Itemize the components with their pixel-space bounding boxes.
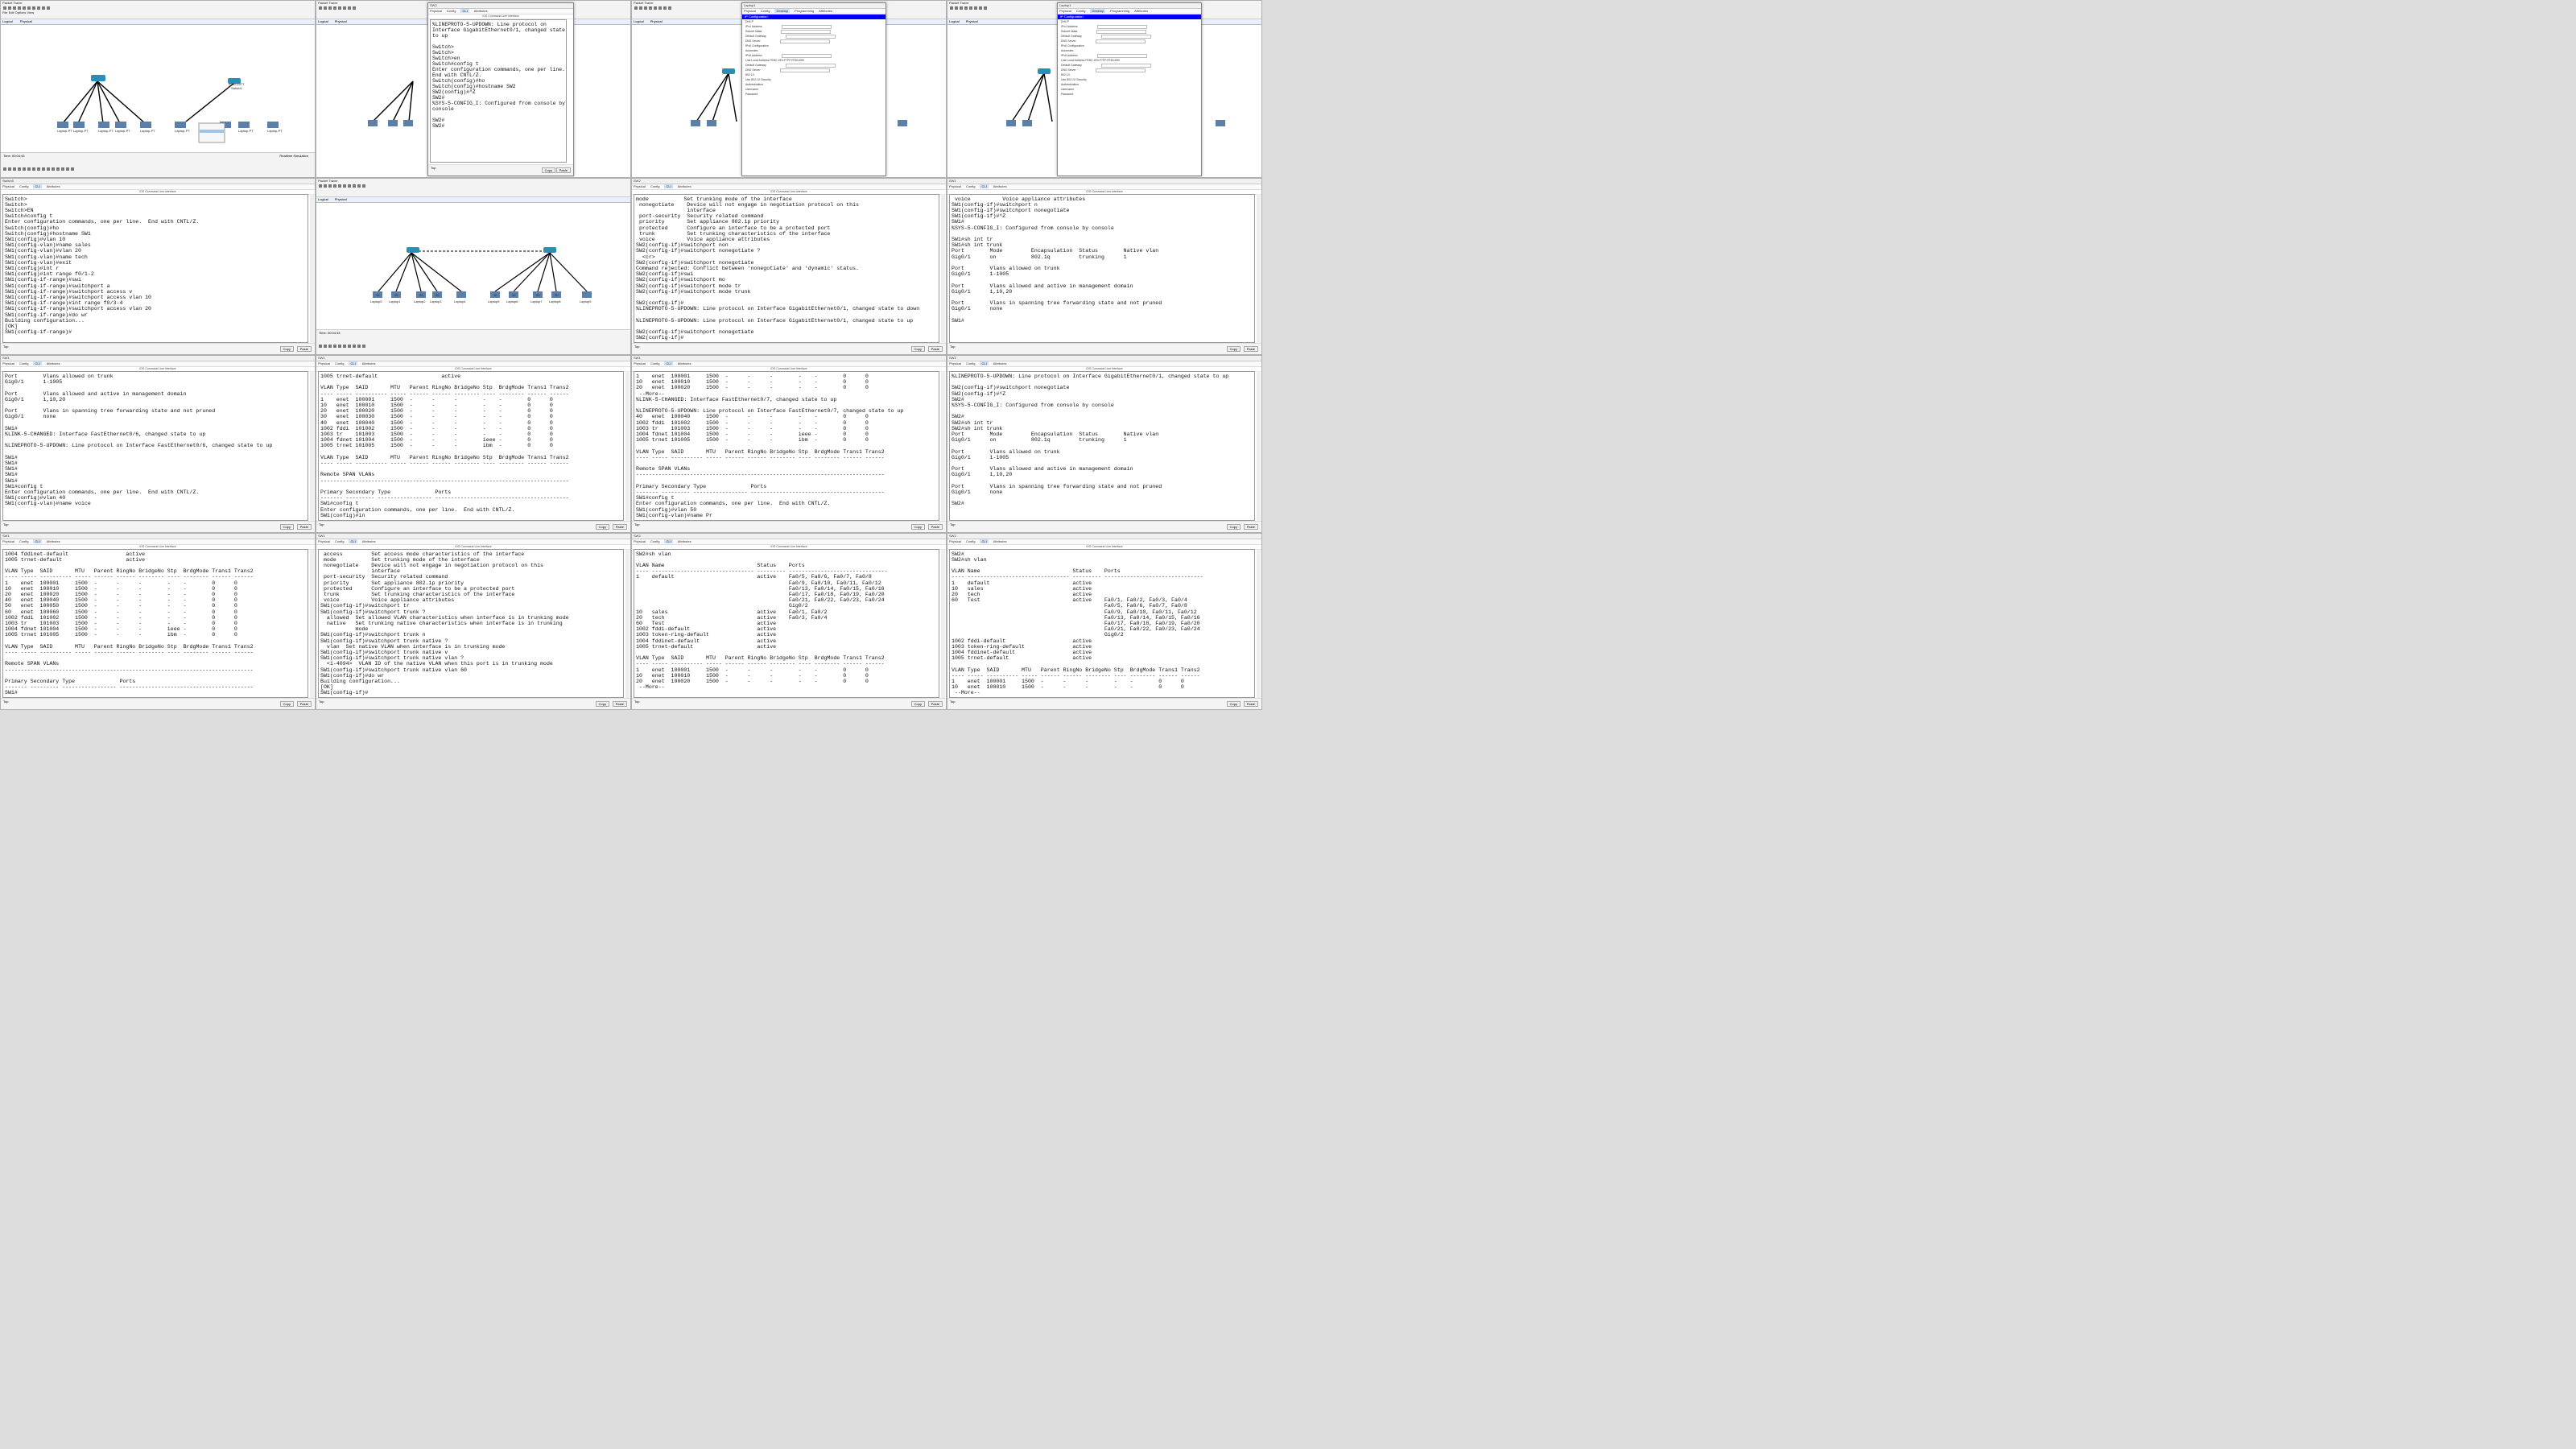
- pane-sw2-cli: Packet Tracer Logical Physical SW2 Physic…: [316, 0, 631, 178]
- sw2-dialog: SW2 Physical Config CLI Attributes IOS Comm…: [427, 2, 574, 176]
- svg-text:Laptop0: Laptop0: [370, 299, 382, 303]
- dialog-titlebar: SW2: [428, 3, 573, 9]
- scrollbar[interactable]: [310, 193, 314, 343]
- svg-text:Laptop8: Laptop8: [549, 299, 561, 303]
- svg-text:Laptop5: Laptop5: [488, 299, 500, 303]
- pane-r3c4: SW2 Physical Config CLI Attributes IOS Comm…: [947, 355, 1262, 533]
- cli-tabs[interactable]: Physical Config CLI Attributes: [428, 9, 573, 14]
- svg-text:Laptop-PT: Laptop-PT: [57, 129, 72, 133]
- vlan-tag: 10: [376, 293, 380, 297]
- paste-button[interactable]: Paste: [555, 167, 571, 173]
- cli-terminal[interactable]: mode Set trunking mode of the interface …: [634, 193, 939, 343]
- svg-text:Laptop9: Laptop9: [580, 299, 592, 303]
- laptop-dialog: Laptop1 Physical Config Desktop Programming…: [741, 2, 886, 176]
- svg-text:Laptop3: Laptop3: [430, 299, 442, 303]
- cli-terminal[interactable]: voice Voice appliance attributes SW1(con…: [949, 193, 1255, 343]
- cli-terminal[interactable]: SW2#sh vlan VLAN Name Status Ports ---- …: [634, 548, 939, 698]
- svg-text:10: 10: [512, 293, 516, 297]
- cli-terminal[interactable]: SW2# SW2#sh vlan VLAN Name Status Ports …: [949, 548, 1255, 698]
- bottom-toolbar[interactable]: Time: 00:04:43 Realtime Simulation: [1, 151, 315, 177]
- menu-options[interactable]: Options: [15, 10, 27, 14]
- svg-text:Laptop-PT: Laptop-PT: [267, 129, 283, 133]
- pane-r4c4: SW2 Physical Config CLI Attributes IOS Comm…: [947, 532, 1262, 710]
- switch-icon: [91, 75, 241, 84]
- pane-topology-2: Packet Tracer Logical Physical 10 10 20 2…: [316, 177, 631, 355]
- pane-r4c1: SW1 Physical Config CLI Attributes IOS Comm…: [0, 532, 316, 710]
- svg-text:Laptop-PT: Laptop-PT: [73, 129, 89, 133]
- cli-terminal[interactable]: %LINEPROTO-5-UPDOWN: Line protocol on In…: [430, 19, 567, 163]
- topology-canvas-2[interactable]: 10 10 20 20 10 10 20 20 Laptop0 Laptop1 L…: [316, 203, 630, 333]
- svg-text:Laptop4: Laptop4: [454, 299, 466, 303]
- cli-terminal[interactable]: 1004 fddinet-default active 1005 trnet-d…: [2, 548, 308, 698]
- workspace-tabs[interactable]: Logical Physical: [1, 19, 315, 25]
- laptop-dialog-2: Laptop1 Physical Config Desktop Programming…: [1057, 2, 1202, 176]
- video-grid: Packet Tracer File Edit Options View Log…: [0, 0, 1262, 710]
- svg-text:Laptop6: Laptop6: [506, 299, 518, 303]
- time-label: Time: 00:04:43: [3, 153, 25, 158]
- cli-terminal[interactable]: %LINEPROTO-5-UPDOWN: Line protocol on In…: [949, 371, 1255, 521]
- svg-text:Laptop-PT: Laptop-PT: [175, 129, 190, 133]
- menu-items[interactable]: File Edit Options View: [1, 10, 315, 15]
- menu-edit[interactable]: Edit: [9, 10, 14, 14]
- pane-ipconfig-1: Packet Tracer Logical Physical Laptop1 Ph…: [631, 0, 947, 178]
- svg-text:Laptop-PT: Laptop-PT: [140, 129, 155, 133]
- menu-bar: Packet Tracer File Edit Options View: [1, 1, 315, 19]
- pane-sw1-int-trunk: SW1 Physical Config CLI Attributes IOS Comm…: [947, 177, 1262, 355]
- topology-canvas[interactable]: 2960-24TT Switch1 Laptop-PT Laptop-PT Lap…: [1, 25, 315, 154]
- realtime-mode[interactable]: Realtime: [279, 154, 292, 158]
- svg-text:20: 20: [555, 293, 559, 297]
- svg-text:Laptop7: Laptop7: [530, 299, 543, 303]
- pane-ipconfig-2: Packet Tracer Logical Physical Laptop1 Ph…: [947, 0, 1262, 178]
- pane-topology-1: Packet Tracer File Edit Options View Log…: [0, 0, 316, 178]
- simulation-mode[interactable]: Simulation: [293, 154, 308, 158]
- cli-terminal[interactable]: access Set access mode characteristics o…: [318, 548, 624, 698]
- copy-button[interactable]: Copy: [541, 167, 555, 173]
- svg-text:10: 10: [493, 293, 497, 297]
- pane-r3c1: SW1 Physical Config CLI Attributes IOS Comm…: [0, 355, 316, 533]
- svg-text:20: 20: [436, 293, 440, 297]
- cli-terminal[interactable]: Port Vlans allowed on trunk Gig0/1 1-100…: [2, 371, 308, 521]
- pane-sw1-cli-config: Switch0 Physical Config CLI Attributes IOS …: [0, 177, 316, 355]
- svg-text:Laptop1: Laptop1: [389, 299, 401, 303]
- svg-text:10: 10: [394, 293, 398, 297]
- menu-view[interactable]: View: [27, 10, 35, 14]
- svg-text:Laptop2: Laptop2: [414, 299, 426, 303]
- cli-terminal[interactable]: 1005 trnet-default active VLAN Type SAID…: [318, 371, 624, 521]
- tab-physical[interactable]: Physical: [20, 19, 32, 23]
- svg-text:20: 20: [419, 293, 423, 297]
- pane-r4c3: SW2 Physical Config CLI Attributes IOS Comm…: [631, 532, 947, 710]
- laptop-icons: [57, 122, 279, 128]
- cli-terminal[interactable]: 1 enet 100001 1500 - - - - - 0 0 10 enet…: [634, 371, 939, 521]
- svg-text:Laptop-PT: Laptop-PT: [115, 129, 130, 133]
- pane-r3c3: SW1 Physical Config CLI Attributes IOS Comm…: [631, 355, 947, 533]
- svg-text:20: 20: [536, 293, 540, 297]
- menu-file[interactable]: File: [2, 10, 7, 14]
- svg-text:Laptop-PT: Laptop-PT: [238, 129, 254, 133]
- pane-r3c2: SW1 Physical Config CLI Attributes IOS Comm…: [316, 355, 631, 533]
- cli-terminal[interactable]: Switch> Switch> Switch>EN Switch#config …: [2, 193, 308, 343]
- svg-text:Laptop-PT: Laptop-PT: [98, 129, 114, 133]
- pane-sw2-cli-trunk: SW2 Physical Config CLI Attributes IOS Comm…: [631, 177, 947, 355]
- cli-footer: Top Copy Paste: [428, 164, 573, 175]
- svg-text:Switch1: Switch1: [231, 86, 243, 90]
- tab-logical[interactable]: Logical: [2, 19, 13, 23]
- pane-r4c2: SW1 Physical Config CLI Attributes IOS Comm…: [316, 532, 631, 710]
